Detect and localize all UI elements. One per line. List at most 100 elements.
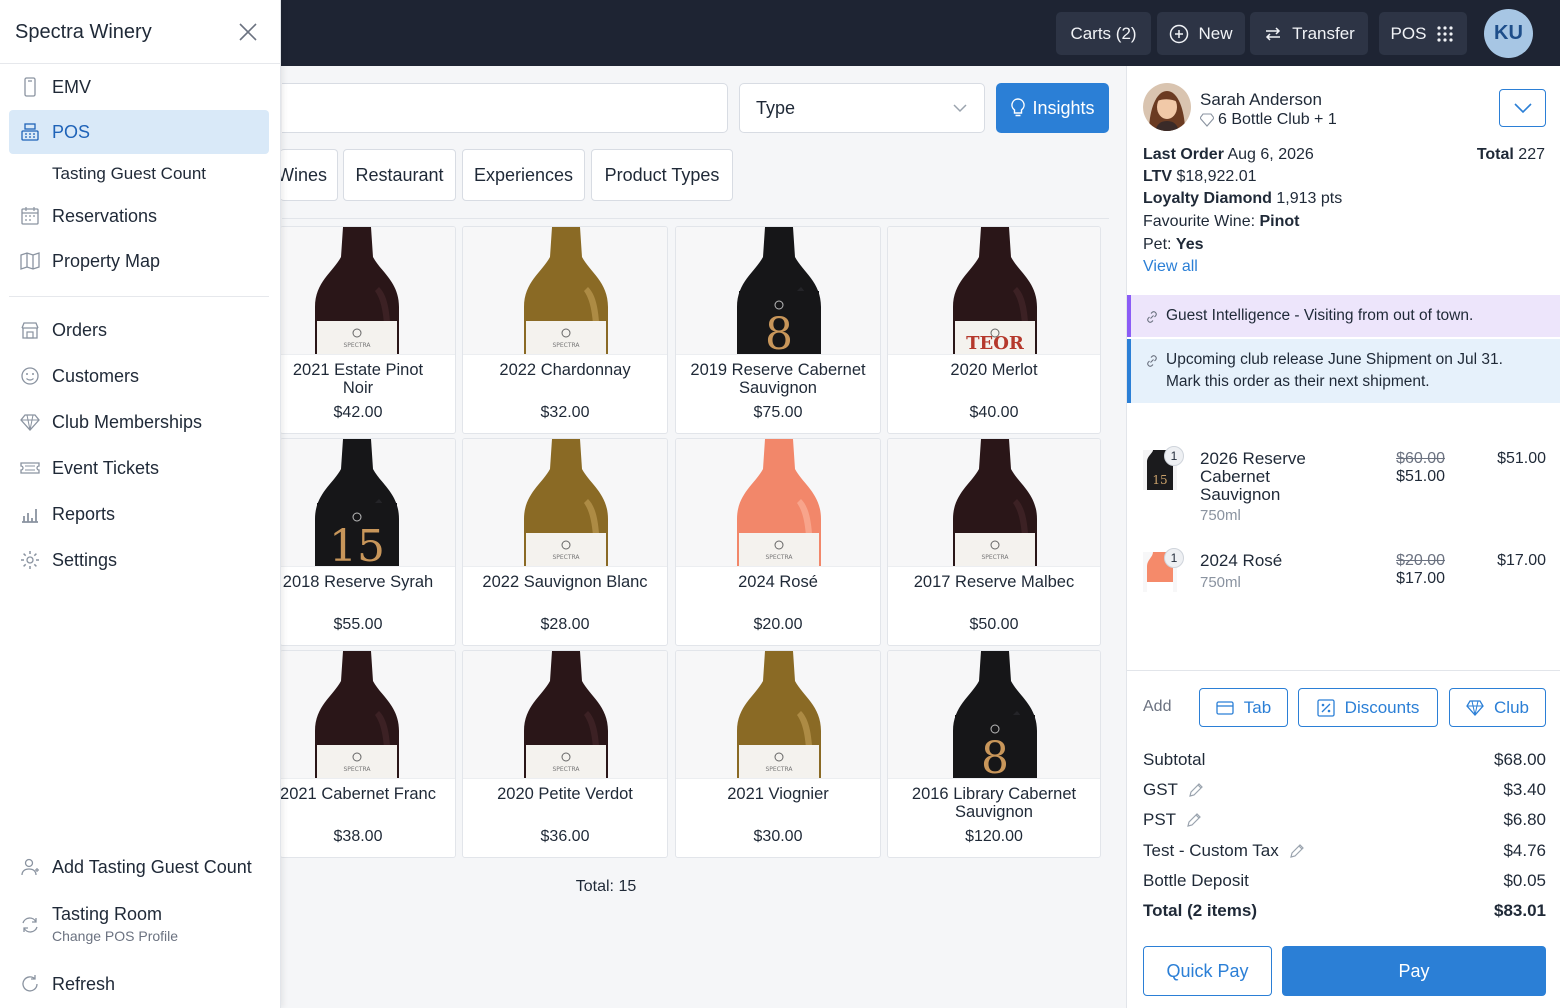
sidebar-item-label: Club Memberships <box>52 411 203 432</box>
tab-label: Product Types <box>604 164 720 185</box>
sidebar-item-reservations[interactable]: Reservations <box>9 194 269 238</box>
product-card[interactable]: 8 2016 Library Cabernet Sauvignon $120.00 <box>887 650 1101 858</box>
tab-experiences[interactable]: Experiences <box>462 149 585 201</box>
divider <box>0 63 281 64</box>
register-icon <box>21 123 39 141</box>
calendar-icon <box>21 207 39 225</box>
svg-text:TEOR: TEOR <box>966 333 1025 354</box>
sidebar-item-add-tasting-guest-count[interactable]: Add Tasting Guest Count <box>9 845 269 889</box>
product-card[interactable]: SPECTRA 2021 Estate Pinot Noir $42.00 <box>280 226 456 434</box>
pencil-icon[interactable] <box>1186 812 1202 828</box>
product-image: SPECTRA <box>280 227 455 355</box>
pet: Pet: Yes <box>1143 236 1204 254</box>
user-group-icon <box>21 858 39 876</box>
product-price: $55.00 <box>333 616 383 633</box>
change-pos-profile-label: Change POS Profile <box>52 928 179 944</box>
sidebar-item-settings[interactable]: Settings <box>9 538 269 582</box>
sidebar-item-label: Reservations <box>52 205 158 226</box>
product-card[interactable]: SPECTRA 2020 Petite Verdot $36.00 <box>462 650 668 858</box>
product-price: $40.00 <box>969 404 1019 421</box>
product-name: 2024 Rosé <box>738 573 818 591</box>
club-release-line-2: Mark this order as their next shipment. <box>1166 373 1430 390</box>
link-icon <box>1147 311 1157 323</box>
type-label: Type <box>756 97 796 118</box>
product-image: SPECTRA <box>463 651 667 779</box>
sidebar-item-tasting-room[interactable]: Tasting Room Change POS Profile <box>9 900 269 950</box>
product-card[interactable]: TEOR 2020 Merlot $40.00 <box>887 226 1101 434</box>
sidebar-item-club-memberships[interactable]: Club Memberships <box>9 400 269 444</box>
sidebar-item-label: Customers <box>52 365 140 386</box>
transfer-button[interactable]: Transfer <box>1250 12 1368 55</box>
new-button[interactable]: New <box>1157 12 1245 55</box>
type-dropdown[interactable]: Type <box>739 83 985 133</box>
quick-pay-button[interactable]: Quick Pay <box>1143 946 1272 996</box>
svg-text:SPECTRA: SPECTRA <box>552 766 580 773</box>
sidebar: Spectra Winery EMV POS Tasting Guest Cou… <box>0 0 281 1008</box>
product-image: SPECTRA <box>676 651 880 779</box>
customer-photo[interactable] <box>1143 83 1191 131</box>
deposit-value: $0.05 <box>1503 871 1546 890</box>
add-club-button[interactable]: Club <box>1449 688 1546 727</box>
svg-text:8: 8 <box>765 309 793 355</box>
pencil-icon[interactable] <box>1289 843 1305 859</box>
item-name: 2026 Reserve Cabernet Sauvignon <box>1200 449 1306 504</box>
customer-dropdown-button[interactable] <box>1499 89 1546 127</box>
product-name: 2017 Reserve Malbec <box>913 573 1075 591</box>
product-card[interactable]: SPECTRA 2021 Viognier $30.00 <box>675 650 881 858</box>
product-card[interactable]: SPECTRA 2021 Cabernet Franc $38.00 <box>280 650 456 858</box>
user-avatar[interactable]: KU <box>1484 9 1533 58</box>
product-card[interactable]: 15 2018 Reserve Syrah $55.00 <box>280 438 456 646</box>
product-name: 2022 Chardonnay <box>499 361 631 379</box>
product-image: SPECTRA <box>676 439 880 567</box>
pay-button[interactable]: Pay <box>1282 946 1546 996</box>
sidebar-item-pos[interactable]: POS <box>9 110 269 154</box>
sidebar-item-label: EMV <box>52 76 92 97</box>
close-icon[interactable] <box>236 20 260 44</box>
tab-wines[interactable]: Wines <box>277 149 338 201</box>
product-image: 15 <box>280 439 455 567</box>
add-tab-button[interactable]: Tab <box>1199 688 1288 727</box>
bar-chart-icon <box>22 509 38 523</box>
add-discounts-button[interactable]: Discounts <box>1298 688 1438 727</box>
sidebar-item-reports[interactable]: Reports <box>9 492 269 536</box>
product-card[interactable]: SPECTRA 2022 Sauvignon Blanc $28.00 <box>462 438 668 646</box>
divider <box>282 218 1109 219</box>
sidebar-item-orders[interactable]: Orders <box>9 308 269 352</box>
sidebar-item-property-map[interactable]: Property Map <box>9 239 269 283</box>
view-all-link[interactable]: View all <box>1143 258 1198 276</box>
club-release-line-1: Upcoming club release June Shipment on J… <box>1166 351 1503 368</box>
carts-button[interactable]: Carts (2) <box>1056 12 1151 55</box>
sidebar-subitem-tasting-guest-count[interactable]: Tasting Guest Count <box>52 164 206 184</box>
custom-tax-value: $4.76 <box>1503 841 1546 860</box>
sidebar-item-refresh[interactable]: Refresh <box>9 962 269 1006</box>
sidebar-item-emv[interactable]: EMV <box>9 65 269 109</box>
product-card[interactable]: SPECTRA 2024 Rosé $20.00 <box>675 438 881 646</box>
avatar-initials: KU <box>1494 22 1523 44</box>
insights-button[interactable]: Insights <box>996 83 1109 133</box>
club-release-alert[interactable]: Upcoming club release June Shipment on J… <box>1127 339 1560 403</box>
grid-dots-icon <box>1437 25 1454 42</box>
sidebar-item-label: Settings <box>52 549 118 570</box>
sidebar-item-label: Reports <box>52 503 116 524</box>
product-card[interactable]: SPECTRA 2022 Chardonnay $32.00 <box>462 226 668 434</box>
sidebar-item-label: Add Tasting Guest Count <box>52 856 252 877</box>
pos-menu-button[interactable]: POS <box>1379 12 1467 55</box>
guest-intelligence-alert: Guest Intelligence - Visiting from out o… <box>1127 295 1560 337</box>
product-name: 2021 Cabernet Franc <box>280 785 436 803</box>
customer-total: Total 227 <box>1477 146 1545 164</box>
product-image: TEOR <box>888 227 1100 355</box>
product-card[interactable]: 8 2019 Reserve Cabernet Sauvignon $75.00 <box>675 226 881 434</box>
tab-product-types[interactable]: Product Types <box>591 149 733 201</box>
search-input[interactable] <box>282 83 728 133</box>
deposit-label: Bottle Deposit <box>1143 871 1249 890</box>
pencil-icon[interactable] <box>1188 782 1204 798</box>
sidebar-item-customers[interactable]: Customers <box>9 354 269 398</box>
customer-name[interactable]: Sarah Anderson <box>1200 90 1322 110</box>
product-card[interactable]: SPECTRA 2017 Reserve Malbec $50.00 <box>887 438 1101 646</box>
loyalty-label: Loyalty Diamond <box>1143 190 1272 207</box>
tab-restaurant[interactable]: Restaurant <box>343 149 456 201</box>
item-original-price: $60.00 <box>1396 450 1445 467</box>
sidebar-item-event-tickets[interactable]: Event Tickets <box>9 446 269 490</box>
item-amount: $51.00 <box>1497 450 1546 467</box>
product-name: 2022 Sauvignon Blanc <box>482 573 648 591</box>
